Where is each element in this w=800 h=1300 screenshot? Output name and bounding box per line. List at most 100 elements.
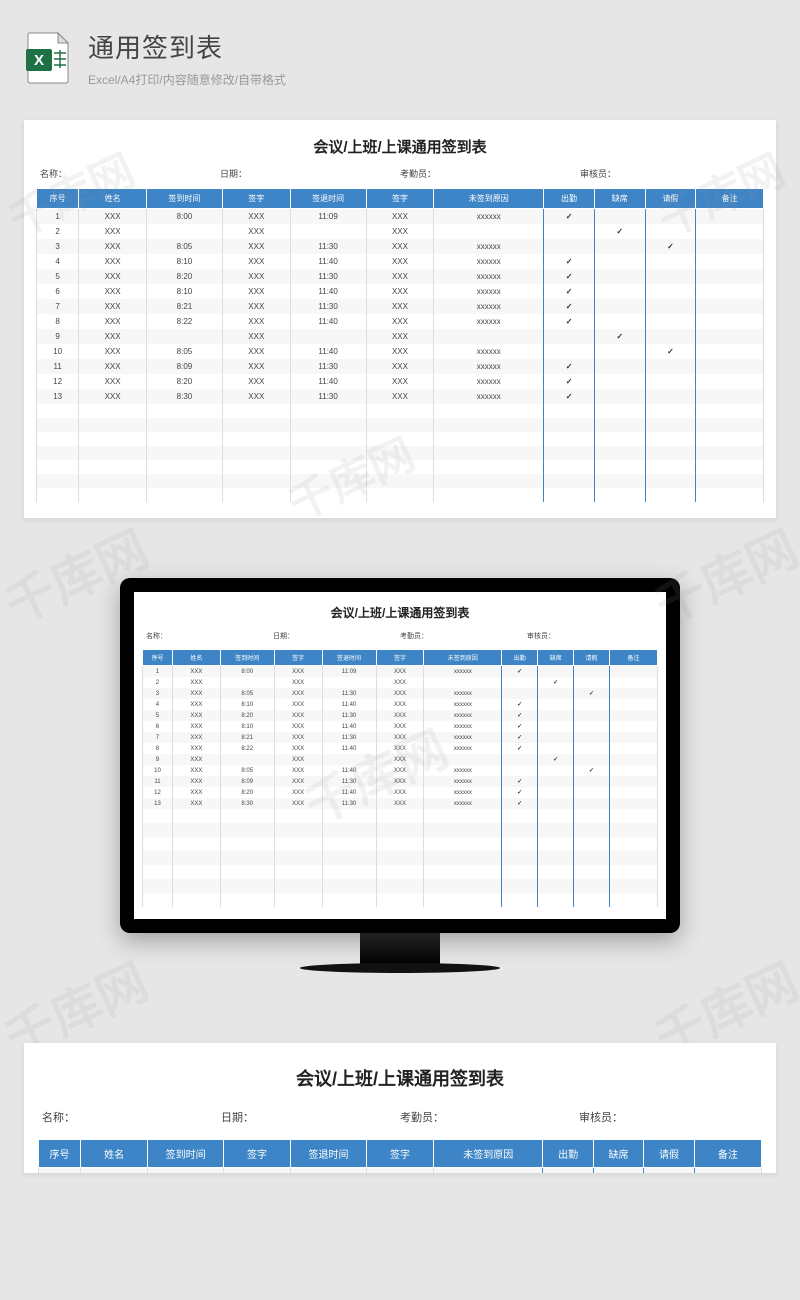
cell-attend bbox=[544, 299, 595, 314]
cell-leave bbox=[645, 209, 696, 225]
attendance-table: 序号姓名签到时间签字签退时间签字未签到原因出勤缺席请假备注1XXX8:00XXX… bbox=[142, 649, 658, 907]
cell-sign1: XXX bbox=[222, 269, 290, 284]
table-row: 12XXX8:20XXX11:40XXXxxxxxx bbox=[37, 374, 764, 389]
cell-sign2: XXX bbox=[376, 732, 424, 743]
sheet-title: 会议/上班/上课通用签到表 bbox=[142, 604, 658, 621]
cell-note bbox=[696, 224, 764, 239]
table-row: 11XXX8:09XXX11:30XXXxxxxxx bbox=[37, 359, 764, 374]
cell-sign2: XXX bbox=[366, 209, 434, 225]
cell-reason: xxxxxx bbox=[434, 254, 544, 269]
cell-attend bbox=[502, 688, 538, 699]
col-header: 姓名 bbox=[81, 1140, 148, 1168]
col-header: 姓名 bbox=[172, 650, 220, 666]
col-header: 未签到原因 bbox=[424, 650, 502, 666]
cell-name: XXX bbox=[172, 732, 220, 743]
cell-no: 9 bbox=[143, 754, 173, 765]
cell-checkin-time: 8:21 bbox=[220, 732, 274, 743]
cell-sign2: XXX bbox=[366, 239, 434, 254]
col-header: 姓名 bbox=[79, 189, 147, 209]
table-row: 1XXX8:00XXX11:09XXXxxxxxx bbox=[39, 1168, 762, 1174]
cell-sign2: XXX bbox=[376, 743, 424, 754]
cell-note bbox=[610, 677, 658, 688]
meta-clerk-label: 考勤员： bbox=[400, 167, 580, 180]
cell-absent bbox=[538, 699, 574, 710]
cell-no: 13 bbox=[143, 798, 173, 809]
cell-sign1: XXX bbox=[222, 299, 290, 314]
cell-absent bbox=[538, 721, 574, 732]
cell-sign2: XXX bbox=[376, 677, 424, 688]
excel-file-icon: X bbox=[24, 31, 72, 85]
cell-sign2: XXX bbox=[366, 344, 434, 359]
cell-sign1: XXX bbox=[222, 224, 290, 239]
cell-name: XXX bbox=[172, 798, 220, 809]
meta-date-label: 日期： bbox=[221, 1109, 400, 1125]
cell-attend bbox=[502, 710, 538, 721]
cell-checkout-time bbox=[290, 224, 366, 239]
table-row: 4XXX8:10XXX11:40XXXxxxxxx bbox=[37, 254, 764, 269]
cell-checkin-time: 8:09 bbox=[220, 776, 274, 787]
cell-sign2: XXX bbox=[366, 374, 434, 389]
cell-note bbox=[696, 239, 764, 254]
col-header: 请假 bbox=[645, 189, 696, 209]
table-row: 7XXX8:21XXX11:30XXXxxxxxx bbox=[37, 299, 764, 314]
cell-name: XXX bbox=[79, 269, 147, 284]
cell-name: XXX bbox=[79, 224, 147, 239]
cell-reason: xxxxxx bbox=[424, 787, 502, 798]
cell-attend bbox=[502, 721, 538, 732]
cell-checkout-time bbox=[322, 677, 376, 688]
cell-checkout-time: 11:40 bbox=[290, 254, 366, 269]
cell-note bbox=[696, 314, 764, 329]
cell-no: 2 bbox=[143, 677, 173, 688]
cell-checkout-time: 11:40 bbox=[322, 721, 376, 732]
table-row: 8XXX8:22XXX11:40XXXxxxxxx bbox=[143, 743, 658, 754]
cell-checkin-time bbox=[146, 329, 222, 344]
cell-note bbox=[696, 359, 764, 374]
cell-no: 2 bbox=[37, 224, 79, 239]
cell-sign1: XXX bbox=[223, 1168, 290, 1174]
cell-sign2: XXX bbox=[376, 666, 424, 678]
cell-checkin-time: 8:00 bbox=[220, 666, 274, 678]
cell-sign2: XXX bbox=[366, 224, 434, 239]
meta-name-label: 名称： bbox=[146, 631, 273, 641]
cell-reason bbox=[434, 224, 544, 239]
cell-attend bbox=[544, 344, 595, 359]
meta-date-label: 日期： bbox=[273, 631, 400, 641]
cell-sign2: XXX bbox=[376, 699, 424, 710]
cell-leave bbox=[574, 787, 610, 798]
col-header: 出勤 bbox=[544, 189, 595, 209]
cell-absent bbox=[594, 374, 645, 389]
col-header: 签到时间 bbox=[148, 1140, 224, 1168]
table-row: 5XXX8:20XXX11:30XXXxxxxxx bbox=[37, 269, 764, 284]
cell-leave bbox=[574, 798, 610, 809]
cell-name: XXX bbox=[79, 254, 147, 269]
cell-checkout-time: 11:40 bbox=[290, 374, 366, 389]
cell-reason: xxxxxx bbox=[424, 721, 502, 732]
col-header: 签字 bbox=[366, 189, 434, 209]
cell-reason: xxxxxx bbox=[434, 374, 544, 389]
cell-absent bbox=[594, 299, 645, 314]
cell-checkout-time: 11:30 bbox=[290, 299, 366, 314]
cell-no: 4 bbox=[143, 699, 173, 710]
meta-reviewer-label: 审核员： bbox=[579, 1109, 758, 1125]
sheet-instance-top: 会议/上班/上课通用签到表名称：日期：考勤员：审核员：序号姓名签到时间签字签退时… bbox=[36, 136, 764, 502]
cell-no: 10 bbox=[143, 765, 173, 776]
sheet-title: 会议/上班/上课通用签到表 bbox=[38, 1065, 762, 1091]
cell-reason: xxxxxx bbox=[434, 269, 544, 284]
cell-note bbox=[610, 666, 658, 678]
cell-attend bbox=[544, 329, 595, 344]
cell-no: 5 bbox=[37, 269, 79, 284]
cell-leave bbox=[574, 754, 610, 765]
cell-sign2: XXX bbox=[376, 787, 424, 798]
cell-note bbox=[696, 254, 764, 269]
cell-reason: xxxxxx bbox=[424, 710, 502, 721]
table-row: 3XXX8:05XXX11:30XXXxxxxxx bbox=[143, 688, 658, 699]
cell-no: 13 bbox=[37, 389, 79, 404]
cell-sign1: XXX bbox=[274, 677, 322, 688]
table-row: 13XXX8:30XXX11:30XXXxxxxxx bbox=[37, 389, 764, 404]
cell-sign1: XXX bbox=[274, 688, 322, 699]
cell-note bbox=[610, 710, 658, 721]
cell-leave bbox=[574, 677, 610, 688]
meta-clerk-label: 考勤员： bbox=[400, 631, 527, 641]
col-header: 签字 bbox=[223, 1140, 290, 1168]
cell-attend bbox=[502, 677, 538, 688]
